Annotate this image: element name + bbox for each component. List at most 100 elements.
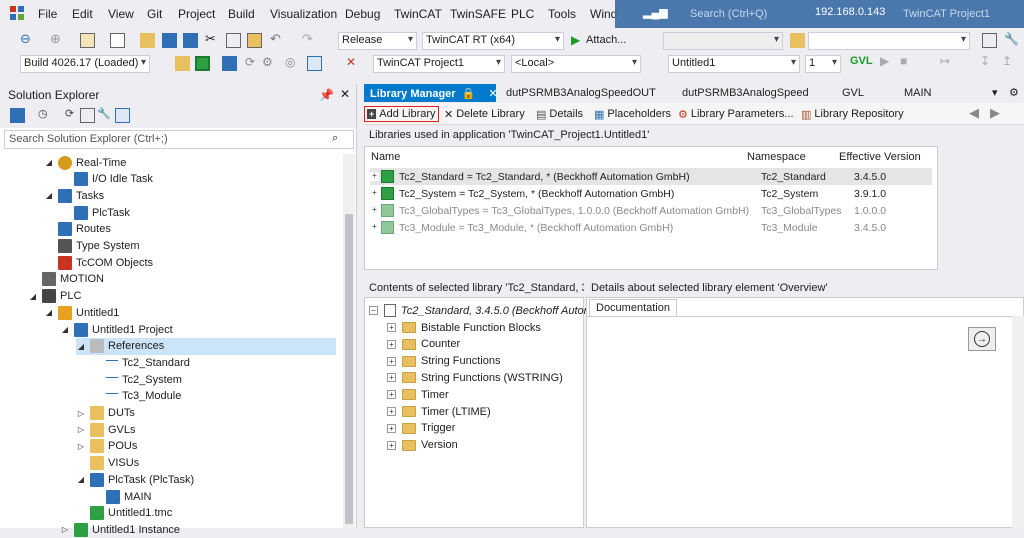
copy-icon[interactable] — [226, 33, 241, 48]
library-row[interactable]: + Tc2_System = Tc2_System, * (Beckhoff Au… — [370, 185, 932, 202]
tab-dutpsrmb3analogspeedout[interactable]: dutPSRMB3AnalogSpeedOUT — [500, 84, 662, 102]
search-target-icon[interactable] — [307, 56, 322, 71]
library-parameters-button[interactable]: ⚙ Library Parameters... — [678, 106, 794, 122]
tab-main[interactable]: MAIN — [898, 84, 938, 102]
expander-icon[interactable]: ▷ — [60, 525, 70, 534]
tree-item[interactable]: Tc2_Standard — [92, 354, 190, 371]
nav-back-icon[interactable]: ◀ — [969, 105, 979, 121]
expand-icon[interactable]: + — [387, 323, 396, 332]
stop-icon[interactable]: ■ — [900, 54, 915, 69]
tree-item[interactable]: Type System — [44, 238, 140, 255]
expander-icon[interactable]: ▷ — [76, 425, 86, 434]
column-namespace[interactable]: Namespace — [747, 151, 806, 163]
save-all-icon[interactable] — [183, 33, 198, 48]
contents-item[interactable]: + Bistable Function Blocks — [387, 319, 541, 336]
step-out-icon[interactable]: ↥ — [1002, 54, 1017, 69]
plc-select[interactable]: Untitled1 — [668, 55, 800, 73]
back-icon[interactable]: ⊖ — [20, 31, 35, 46]
tree-item[interactable]: MOTION — [28, 271, 104, 288]
unlink-icon[interactable]: ✕ — [346, 55, 361, 70]
expander-icon[interactable]: ◢ — [76, 342, 86, 351]
details-button[interactable]: ▤ Details — [536, 106, 583, 122]
preview-icon[interactable] — [115, 108, 130, 123]
history-icon[interactable]: ◷ — [38, 107, 53, 122]
expander-icon[interactable]: ▷ — [76, 409, 86, 418]
step-over-icon[interactable]: ↧ — [980, 54, 995, 69]
contents-item[interactable]: + String Functions — [387, 353, 500, 370]
project-select[interactable]: TwinCAT Project1 — [373, 55, 505, 73]
login-icon[interactable]: GVL — [850, 55, 873, 70]
empty-select[interactable] — [663, 32, 783, 50]
expander-icon[interactable]: ◢ — [44, 308, 54, 317]
close-tab-icon[interactable]: ✕ — [488, 88, 497, 100]
tree-item[interactable]: ▷ GVLs — [76, 421, 136, 438]
forward-icon[interactable]: ⊕ — [50, 31, 65, 46]
expander-icon[interactable]: ◢ — [60, 325, 70, 334]
contents-item[interactable]: + Timer (LTIME) — [387, 403, 491, 420]
tab-menu-icon[interactable]: ▾ — [992, 86, 998, 99]
contents-item[interactable]: + Version — [387, 437, 458, 454]
tree-item[interactable]: TcCOM Objects — [44, 254, 153, 271]
run-mode-icon[interactable] — [195, 56, 210, 71]
tree-item[interactable]: ◢ PLC — [28, 288, 81, 305]
reload-icon[interactable]: ⟳ — [245, 55, 260, 70]
menu-twincat[interactable]: TwinCAT — [394, 7, 442, 21]
tree-item[interactable]: Routes — [44, 221, 111, 238]
contents-root[interactable]: − Tc2_Standard, 3.4.5.0 (Beckhoff Automa — [369, 302, 599, 319]
menu-twinsafe[interactable]: TwinSAFE — [450, 7, 506, 21]
expand-icon[interactable]: + — [387, 356, 396, 366]
menu-git[interactable]: Git — [147, 7, 162, 21]
expand-icon[interactable]: + — [370, 223, 379, 232]
tree-item[interactable]: PlcTask — [60, 204, 130, 221]
menu-file[interactable]: File — [38, 7, 57, 21]
settings-icon[interactable]: ⚙ — [1009, 86, 1019, 99]
configuration-select[interactable]: Release — [338, 32, 417, 50]
expand-icon[interactable]: + — [370, 172, 379, 181]
tab-gvl[interactable]: GVL — [836, 84, 870, 102]
menu-visualization[interactable]: Visualization — [270, 7, 337, 21]
sync-icon[interactable] — [10, 108, 25, 123]
play-icon[interactable]: ▶ — [571, 33, 580, 47]
start-icon[interactable]: ▶ — [880, 54, 895, 69]
build-select[interactable]: Build 4026.17 (Loaded) — [20, 55, 150, 73]
paste-icon[interactable] — [247, 33, 262, 48]
contents-item[interactable]: + Timer — [387, 386, 449, 403]
instance-select[interactable]: 1 — [805, 55, 841, 73]
tree-item[interactable]: Tc2_System — [92, 371, 182, 388]
target-icon[interactable]: ◎ — [285, 55, 300, 70]
tree-item[interactable]: ◢ Untitled1 Project — [60, 321, 173, 338]
pin-icon[interactable]: 📌 — [319, 88, 334, 102]
scrollbar-thumb[interactable] — [345, 214, 353, 524]
expand-icon[interactable]: + — [370, 206, 379, 215]
tree-item[interactable]: ◢ Untitled1 — [44, 304, 119, 321]
library-row[interactable]: + Tc2_Standard = Tc2_Standard, * (Beckhof… — [370, 168, 932, 185]
wrench-icon[interactable]: 🔧 — [1004, 32, 1019, 47]
tree-item[interactable]: ▷ Untitled1 Instance — [60, 521, 180, 538]
menu-edit[interactable]: Edit — [72, 7, 93, 21]
tree-item[interactable]: VISUs — [76, 455, 139, 472]
expand-icon[interactable]: + — [387, 440, 396, 450]
contents-item[interactable]: + String Functions (WSTRING) — [387, 369, 563, 386]
properties-wrench-icon[interactable]: 🔧 — [97, 107, 112, 122]
contents-item[interactable]: + Trigger — [387, 420, 455, 437]
find-select[interactable] — [808, 32, 970, 50]
tree-item[interactable]: ▷ POUs — [76, 438, 137, 455]
scan-icon[interactable]: ⚙ — [262, 55, 277, 70]
undo-icon[interactable]: ↶ — [270, 31, 285, 46]
folder-icon[interactable] — [790, 33, 805, 48]
redo-icon[interactable]: ↷ — [302, 31, 317, 46]
tree-item[interactable]: Tc3_Module — [92, 388, 181, 405]
activate-config-icon[interactable] — [175, 56, 190, 71]
placeholders-button[interactable]: ▦ Placeholders — [594, 106, 671, 122]
collapse-icon[interactable] — [80, 108, 95, 123]
column-version[interactable]: Effective Version — [839, 151, 921, 163]
expand-icon[interactable]: + — [387, 373, 396, 383]
search-box[interactable]: Search (Ctrl+Q) — [690, 8, 767, 20]
tree-item[interactable]: ◢ Tasks — [44, 187, 104, 204]
menu-debug[interactable]: Debug — [345, 7, 380, 21]
nav-forward-icon[interactable]: ▶ — [990, 105, 1000, 121]
refresh-icon[interactable]: ⟳ — [65, 107, 80, 122]
menu-project[interactable]: Project — [178, 7, 215, 21]
expander-icon[interactable]: ◢ — [28, 292, 38, 301]
open-icon[interactable] — [140, 33, 155, 48]
